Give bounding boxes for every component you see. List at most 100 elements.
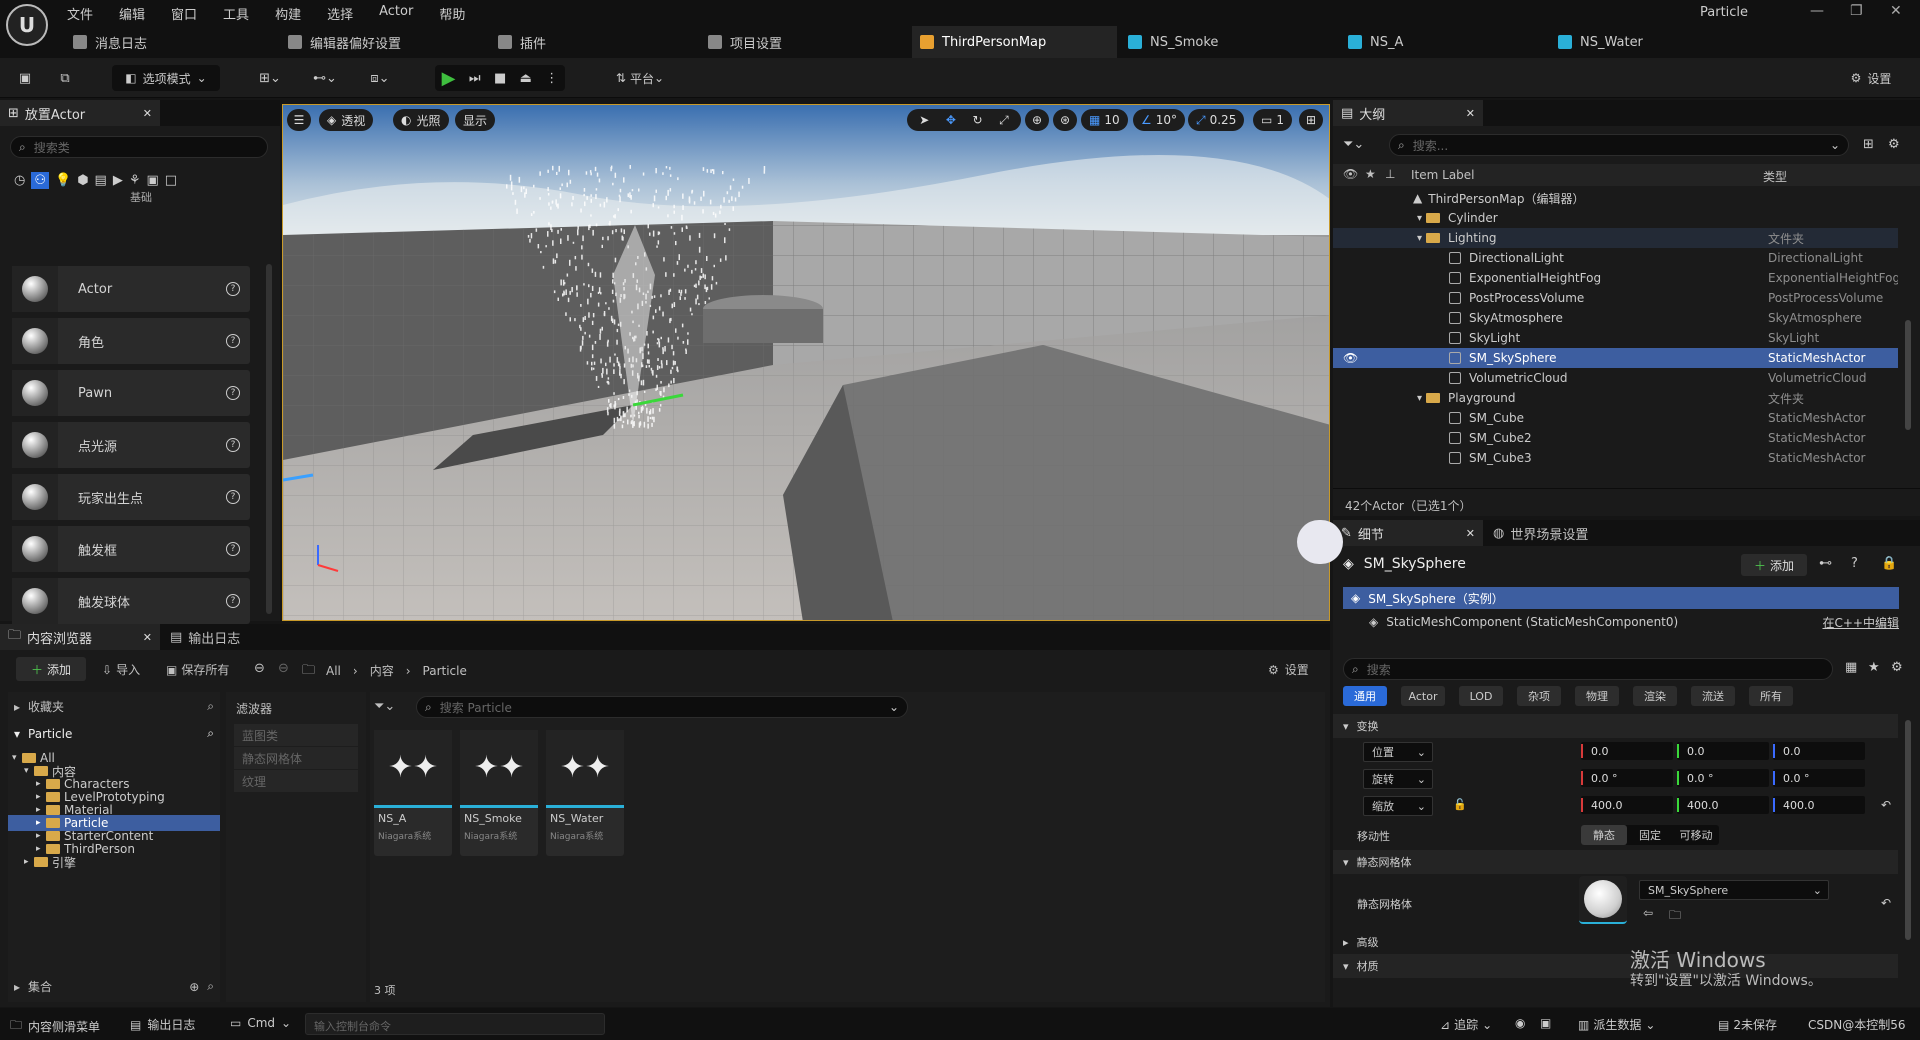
camera-speed-button[interactable]: ▭ 1 [1253, 109, 1292, 131]
all-classes-icon[interactable]: ▣ [147, 173, 159, 188]
step-icon[interactable]: ⏭ [469, 71, 481, 86]
scale-icon[interactable]: ⤢ [999, 113, 1009, 128]
tab-ns_smoke[interactable]: NS_Smoke [1120, 26, 1320, 58]
scale-y-field[interactable]: 400.0 [1677, 796, 1769, 814]
chevron-down-icon[interactable]: ▾ [1417, 393, 1422, 404]
column-type[interactable]: 类型 [1763, 168, 1787, 185]
table-view-icon[interactable]: ▦ [1845, 660, 1857, 675]
asset-tile[interactable]: ✦✦ NS_A Niagara系统 [374, 730, 452, 856]
chevron-right-icon[interactable]: ▸ [36, 831, 46, 841]
move-icon[interactable]: ✥ [946, 113, 956, 127]
chevron-right-icon[interactable]: ▸ [36, 844, 46, 854]
play-icon[interactable]: ▶ [442, 68, 456, 89]
browse-icon[interactable]: 🗀 [1669, 906, 1681, 927]
tree-item[interactable]: ▸ 引擎 [8, 854, 220, 870]
menu-item[interactable]: Actor [379, 4, 413, 23]
menu-item[interactable]: 窗口 [171, 4, 197, 23]
reset-icon[interactable]: ↶ [1881, 896, 1891, 910]
basic-icon[interactable]: ⚇ [31, 172, 49, 189]
mode-select[interactable]: ◧ 选项模式 ⌄ [112, 65, 220, 91]
platform-button[interactable]: ⇅ 平台 ⌄ [605, 65, 675, 91]
chevron-right-icon[interactable]: ▸ [36, 779, 46, 789]
chevron-down-icon[interactable]: ▾ [1417, 213, 1422, 224]
gear-icon[interactable]: ⚙ [1891, 660, 1903, 675]
outliner-row[interactable]: ▲ ThirdPersonMap（编辑器） [1333, 188, 1898, 208]
close-icon[interactable]: ✕ [143, 631, 152, 644]
chevron-right-icon[interactable]: ▾ [24, 766, 34, 776]
select-icon[interactable]: ➤ [919, 113, 929, 127]
close-icon[interactable]: ✕ [1890, 3, 1902, 19]
edit-cpp-link[interactable]: 在C++中编辑 [1823, 614, 1900, 631]
tab-content-browser[interactable]: 🗀 内容浏览器 ✕ [0, 624, 160, 650]
eye-icon[interactable]: 👁 [1343, 167, 1358, 181]
filter-item[interactable]: 静态网格体 [234, 747, 358, 769]
rotation-y-field[interactable]: 0.0 ° [1677, 769, 1769, 787]
tab-编辑器偏好设置[interactable]: 编辑器偏好设置 [280, 26, 480, 58]
location-y-field[interactable]: 0.0 [1677, 742, 1769, 760]
blueprint-icon[interactable]: ⊷ [1819, 556, 1832, 571]
tab-outliner[interactable]: ▤ 大纲 ✕ [1333, 100, 1483, 126]
close-icon[interactable]: ✕ [143, 107, 152, 120]
place-item[interactable]: 点光源? [12, 422, 250, 468]
menu-item[interactable]: 帮助 [439, 4, 465, 23]
grid-snap-button[interactable]: ▦ 10 [1081, 109, 1128, 131]
breadcrumb-item[interactable]: All [326, 664, 341, 678]
details-search-input[interactable]: ⌕ 搜索 [1343, 658, 1833, 680]
content-drawer-button[interactable]: 🗀 内容侧滑菜单 [10, 1016, 100, 1037]
location-dropdown[interactable]: 位置 ⌄ [1363, 742, 1433, 762]
pin-icon[interactable]: ⊥ [1385, 167, 1395, 181]
tab-ns_water[interactable]: NS_Water [1550, 26, 1750, 58]
filter-icon[interactable]: ⏷⌄ [1343, 137, 1364, 152]
chevron-right-icon[interactable]: ▸ [36, 818, 46, 828]
more-icon[interactable]: ⋮ [545, 71, 558, 86]
close-icon[interactable]: ✕ [1466, 107, 1475, 120]
cinematics-icon[interactable]: ⧈⌄ [360, 65, 400, 91]
settings-button[interactable]: ⚙ 设置 [1836, 65, 1906, 91]
search-icon[interactable]: ⌕ [207, 699, 214, 714]
place-item[interactable]: 触发球体? [12, 578, 250, 624]
chevron-right-icon[interactable]: ▸ [24, 857, 34, 867]
level-viewport[interactable]: ☰ ◈ 透视 ◐ 光照 显示 ➤ ✥ ↻ ⤢ ⊕ ⊛ ▦ 10 ∠ 10° ⤢ 0.25 ▭ 1 … [282, 104, 1330, 621]
outliner-row[interactable]: ▾ Lighting 文件夹 [1333, 228, 1898, 248]
trace-button[interactable]: ⊿ 追踪 ⌄ [1440, 1016, 1492, 1033]
volume-icon[interactable]: ⚘ [129, 173, 141, 188]
help-icon[interactable]: ? [226, 594, 240, 608]
cmd-select[interactable]: ▭ Cmd ⌄ [230, 1016, 291, 1030]
screenshot-icon[interactable]: ▣ [1540, 1016, 1551, 1030]
outliner-row[interactable]: ExponentialHeightFog ExponentialHeightFog [1333, 268, 1898, 288]
rotation-dropdown[interactable]: 旋转 ⌄ [1363, 769, 1433, 789]
light-icon[interactable]: 💡 [55, 173, 71, 188]
outliner-row[interactable]: 👁 SM_SkySphere StaticMeshActor [1333, 348, 1898, 368]
outliner-row[interactable]: SM_Cube2 StaticMeshActor [1333, 428, 1898, 448]
close-icon[interactable]: ✕ [1466, 527, 1475, 540]
star-icon[interactable]: ★ [1365, 167, 1376, 181]
scrollbar[interactable] [266, 264, 272, 614]
menu-item[interactable]: 选择 [327, 4, 353, 23]
help-icon[interactable]: ? [226, 542, 240, 556]
column-item-label[interactable]: Item Label [1411, 168, 1475, 182]
scrollbar[interactable] [1905, 320, 1911, 430]
asset-search-input[interactable]: ⌕ 搜索 Particle ⌄ [416, 696, 908, 718]
use-selected-icon[interactable]: ⇦ [1643, 906, 1653, 920]
help-icon[interactable]: ? [226, 334, 240, 348]
place-item[interactable]: 玩家出生点? [12, 474, 250, 520]
filter-icon[interactable]: ⏷⌄ [374, 699, 395, 714]
outliner-row[interactable]: PostProcessVolume PostProcessVolume [1333, 288, 1898, 308]
content-icon[interactable]: ⧉ [50, 65, 80, 91]
category-杂项[interactable]: 杂项 [1517, 686, 1561, 706]
rotation-z-field[interactable]: 0.0 ° [1773, 769, 1865, 787]
menu-item[interactable]: 构建 [275, 4, 301, 23]
help-icon[interactable]: ? [226, 490, 240, 504]
scale-snap-button[interactable]: ⤢ 0.25 [1188, 109, 1245, 131]
minimize-icon[interactable]: — [1810, 3, 1824, 19]
menu-item[interactable]: 编辑 [119, 4, 145, 23]
outliner-row[interactable]: VolumetricCloud VolumetricCloud [1333, 368, 1898, 388]
tab-place-actor[interactable]: ⊞ 放置Actor ✕ [0, 100, 160, 126]
angle-snap-button[interactable]: ∠ 10° [1133, 109, 1186, 131]
visual-effects-icon[interactable]: ▶ [113, 173, 123, 188]
outliner-row[interactable]: SM_Cube StaticMeshActor [1333, 408, 1898, 428]
place-item[interactable]: Pawn? [12, 370, 250, 416]
eject-icon[interactable]: ⏏ [520, 71, 532, 86]
filter-item[interactable]: 纹理 [234, 770, 358, 792]
asset-tile[interactable]: ✦✦ NS_Water Niagara系统 [546, 730, 624, 856]
